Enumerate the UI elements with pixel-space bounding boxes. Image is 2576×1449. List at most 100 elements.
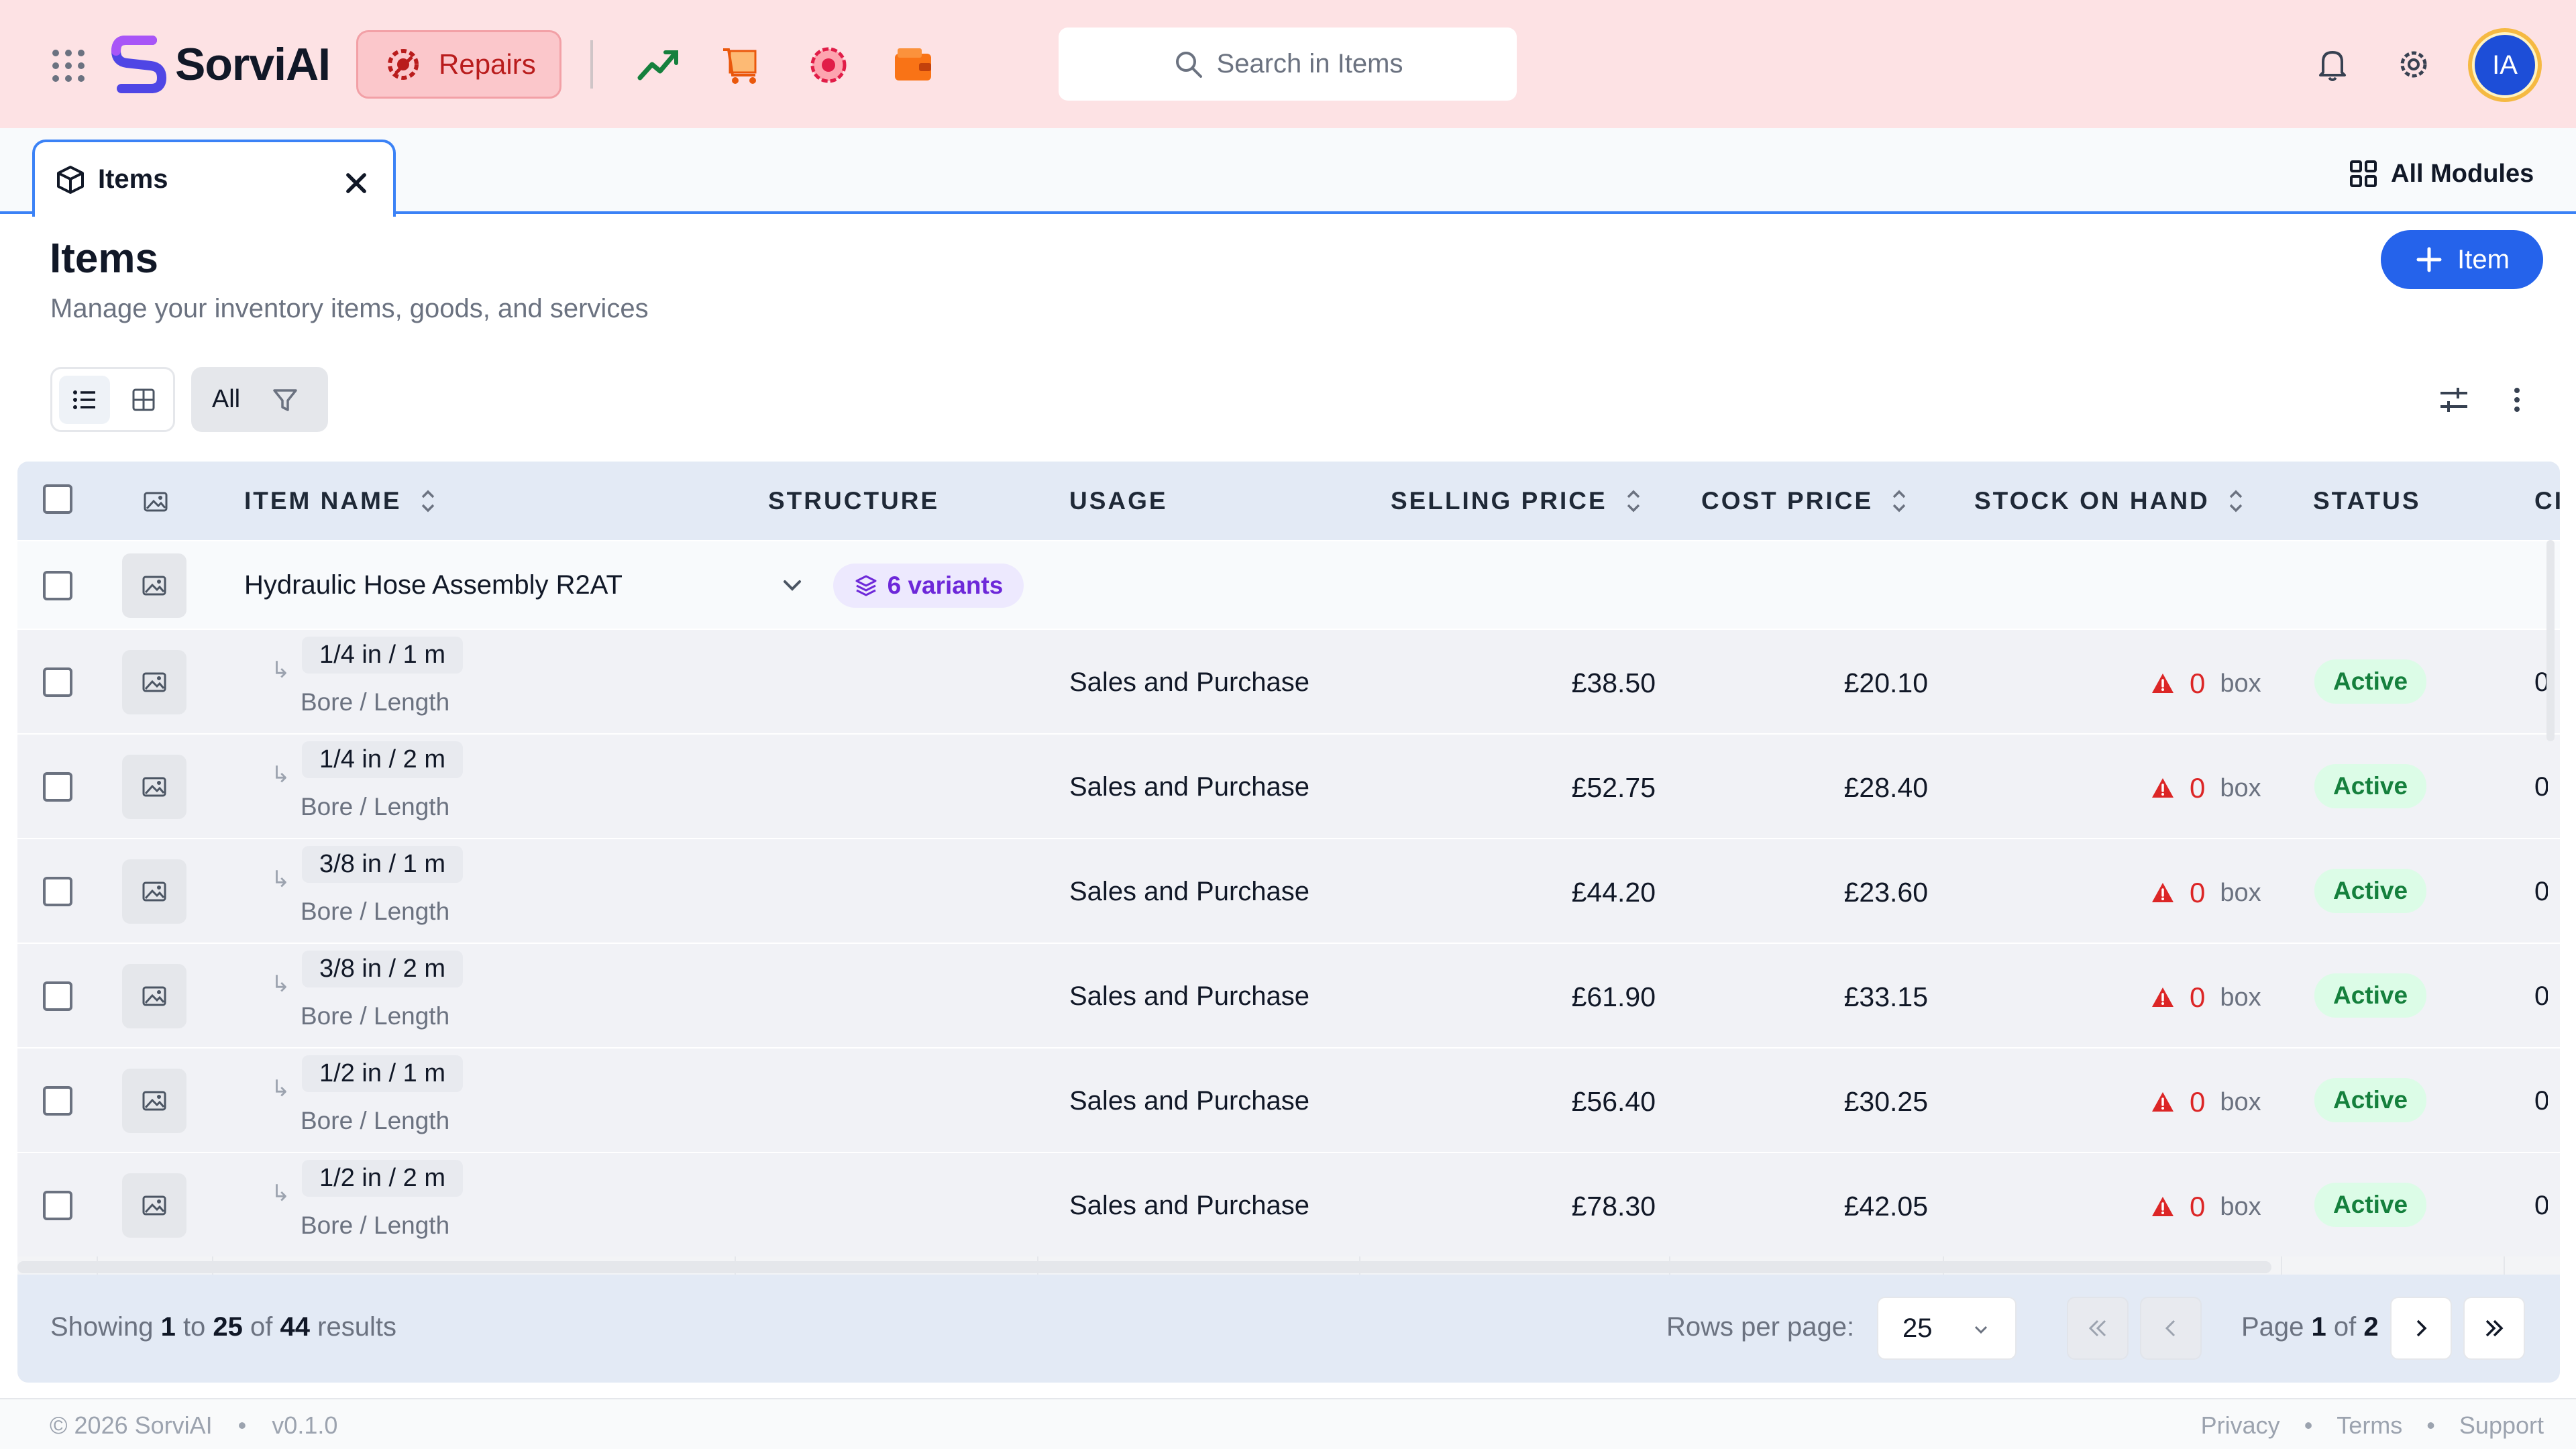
row-checkbox[interactable] [43,571,72,600]
row-checkbox[interactable] [43,667,72,697]
row-checkbox[interactable] [43,981,72,1011]
gear-wrench-icon [388,49,419,80]
layers-icon [855,575,877,596]
cost-price-cell: £20.10 [1843,667,1928,698]
variant-attributes: Bore / Length [301,898,450,925]
first-page-button[interactable] [2067,1297,2129,1360]
wallet-icon[interactable] [891,43,935,87]
list-view-button[interactable] [59,376,110,424]
variants-badge[interactable]: 6 variants [833,564,1024,608]
selling-price-cell: £44.20 [1571,877,1656,908]
parent-item-name[interactable]: Hydraulic Hose Assembly R2AT [244,570,623,600]
search-placeholder: Search in Items [1216,49,1403,78]
brand-logo[interactable]: SorviAI [111,32,331,96]
sort-icon[interactable] [1622,486,1645,516]
variant-name[interactable]: 1/2 in / 2 m [302,1160,463,1197]
select-all-checkbox[interactable] [43,484,72,514]
user-avatar[interactable]: IA [2468,28,2542,102]
row-checkbox[interactable] [43,772,72,802]
column-stock-on-hand[interactable]: STOCK ON HAND [1974,462,2247,540]
horizontal-scrollbar[interactable] [17,1261,2271,1273]
page-subtitle: Manage your inventory items, goods, and … [50,294,649,323]
stock-cell: 0 box [2151,667,2261,700]
column-item-name-label: ITEM NAME [244,486,402,515]
warning-triangle-icon [2152,987,2174,1007]
usage-cell: Sales and Purchase [1069,1191,1310,1220]
clipped-cell: 0 [2534,667,2548,697]
item-image-placeholder [122,650,186,714]
selling-price-cell: £56.40 [1571,1086,1656,1117]
table-row[interactable]: ↳ 1/4 in / 1 m Bore / Length Sales and Purc… [17,629,2560,733]
last-page-button[interactable] [2463,1297,2525,1360]
stock-quantity: 0 [2190,981,2206,1013]
sort-icon[interactable] [417,486,439,516]
row-checkbox[interactable] [43,1086,72,1116]
close-icon[interactable] [341,168,372,199]
repairs-label: Repairs [439,48,536,80]
privacy-link[interactable]: Privacy [2201,1411,2280,1440]
footer-dot: • [237,1411,247,1439]
service-gear-icon[interactable] [806,43,851,87]
app-launcher-icon[interactable] [52,50,85,82]
next-page-button[interactable] [2390,1297,2452,1360]
cost-price-cell: £23.60 [1843,877,1928,908]
image-icon [142,1091,166,1111]
add-item-button[interactable]: Item [2381,230,2543,289]
grid-view-button[interactable] [118,376,169,424]
filter-icon[interactable] [270,385,300,415]
to-word: to [182,1312,206,1342]
stock-quantity: 0 [2190,1086,2206,1118]
row-checkbox[interactable] [43,1191,72,1220]
table-row[interactable]: ↳ 1/4 in / 2 m Bore / Length Sales and Purc… [17,733,2560,838]
variant-name[interactable]: 1/2 in / 1 m [302,1055,463,1092]
clipped-cell: 07 [2534,877,2548,906]
image-icon [142,881,166,902]
sort-icon[interactable] [2224,486,2247,516]
filter-all-button[interactable]: All [191,385,261,414]
all-modules-button[interactable]: All Modules [2348,155,2534,193]
bell-icon[interactable] [2314,46,2351,83]
column-cost-price-label: COST PRICE [1701,486,1874,515]
chevron-down-icon[interactable] [778,572,806,600]
sub-item-arrow: ↳ [271,867,290,892]
of-word: of [250,1312,273,1342]
current-page: 1 [2311,1312,2326,1342]
selling-price-cell: £78.30 [1571,1191,1656,1222]
analytics-chart-icon[interactable] [636,43,680,87]
variant-attributes: Bore / Length [301,1212,450,1239]
support-link[interactable]: Support [2459,1411,2544,1440]
vertical-scrollbar[interactable] [2546,540,2555,741]
stock-cell: 0 box [2151,1191,2261,1223]
table-row[interactable]: ↳ 3/8 in / 1 m Bore / Length Sales and Purc… [17,838,2560,943]
global-search-input[interactable]: Search in Items [1059,28,1517,101]
table-row[interactable]: ↳ 1/2 in / 1 m Bore / Length Sales and Purc… [17,1047,2560,1152]
terms-link[interactable]: Terms [2337,1411,2402,1440]
total-pages: 2 [2363,1312,2379,1342]
variant-name[interactable]: 1/4 in / 2 m [302,741,463,778]
table-row-parent[interactable]: Hydraulic Hose Assembly R2AT 6 variants [17,540,2560,629]
sort-icon[interactable] [1888,486,1911,516]
variant-name[interactable]: 3/8 in / 1 m [302,846,463,883]
more-options-icon[interactable] [2500,382,2534,417]
item-image-placeholder [122,1173,186,1238]
column-cost-price[interactable]: COST PRICE [1701,462,1911,540]
tab-items[interactable]: Items [32,140,396,217]
variant-name[interactable]: 1/4 in / 1 m [302,637,463,674]
previous-page-button[interactable] [2140,1297,2202,1360]
view-toggle [50,367,175,432]
table-row[interactable]: ↳ 1/2 in / 2 m Bore / Length Sales and Purc… [17,1152,2560,1256]
column-selling-price[interactable]: SELLING PRICE [1391,462,1645,540]
items-table: ITEM NAME STRUCTURE USAGE SELLING PRICE … [17,462,2560,1383]
item-image-placeholder [122,859,186,924]
cart-box-icon[interactable] [720,43,765,87]
column-item-name[interactable]: ITEM NAME [244,462,439,540]
variant-name[interactable]: 3/8 in / 2 m [302,951,463,987]
rows-per-page-select[interactable]: 25 [1877,1297,2017,1360]
row-checkbox[interactable] [43,877,72,906]
module-tab-strip: Items All Modules [0,128,2576,217]
grid-icon [132,388,155,411]
adjust-columns-icon[interactable] [2436,382,2471,417]
gear-icon[interactable] [2395,46,2432,83]
table-row[interactable]: ↳ 3/8 in / 2 m Bore / Length Sales and Purc… [17,943,2560,1047]
repairs-app-button[interactable]: Repairs [356,30,561,99]
